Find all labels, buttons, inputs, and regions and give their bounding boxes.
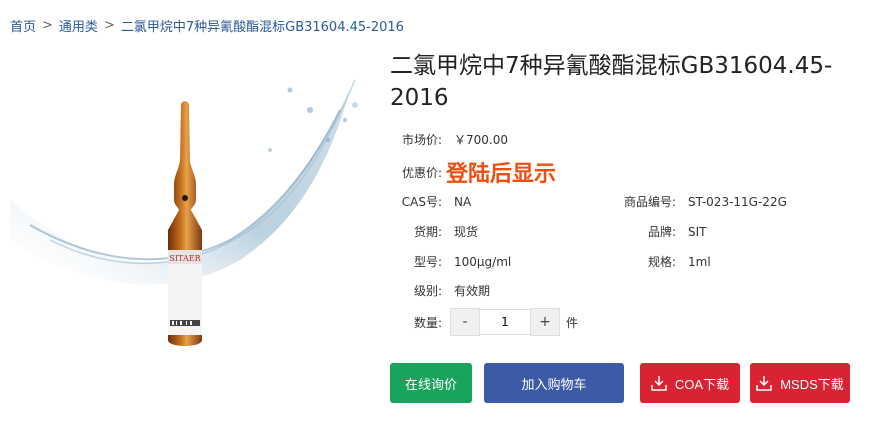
model-value: 100μg/ml [454,254,512,269]
brand-row: 品牌: SIT [610,223,707,240]
breadcrumb-current[interactable]: 二氯甲烷中7种异氰酸酯混标GB31604.45-2016 [121,16,404,35]
model-label: 型号: [413,255,442,269]
quantity-decrease-button[interactable]: - [450,308,480,336]
online-inquiry-button[interactable]: 在线询价 [390,363,472,403]
grade-row: 级别: 有效期 [390,282,490,299]
quantity-input[interactable] [480,309,530,335]
msds-download-button[interactable]: MSDS下载 [750,363,850,403]
market-price-row: 市场价: ￥700.00 [390,131,508,148]
product-image: SITAER [10,50,370,380]
breadcrumb-category[interactable]: 通用类 [59,16,98,35]
brand-label: 品牌: [647,225,676,239]
model-row: 型号: 100μg/ml [390,253,511,270]
market-price-value: ￥700.00 [454,133,508,147]
discount-price-label: 优惠价: [401,165,442,180]
product-code-label: 商品编号: [623,195,676,209]
product-code-value: ST-023-11G-22G [688,194,787,209]
grade-value: 有效期 [454,284,491,298]
download-icon [651,376,667,391]
stock-row: 货期: 现货 [390,223,478,240]
quantity-label: 数量: [413,315,442,330]
msds-download-label: MSDS下载 [780,376,844,392]
breadcrumb: 首页 > 通用类 > 二氯甲烷中7种异氰酸酯混标GB31604.45-2016 [10,16,404,35]
discount-price-value: 登陆后显示 [446,162,557,187]
product-code-row: 商品编号: ST-023-11G-22G [610,193,787,210]
quantity-row: 数量: - + 件 [390,308,578,336]
stock-label: 货期: [413,225,442,239]
brand-value: SIT [688,224,707,239]
product-title: 二氯甲烷中7种异氰酸酯混标GB31604.45-2016 [390,53,833,111]
coa-download-button[interactable]: COA下载 [640,363,740,403]
add-to-cart-button[interactable]: 加入购物车 [484,363,624,403]
stock-value: 现货 [454,225,479,239]
grade-label: 级别: [413,284,442,298]
cas-row: CAS号: NA [390,193,471,210]
label-brand-text: SITAER [169,254,201,263]
cas-value: NA [454,194,472,209]
spec-value: 1ml [688,254,711,269]
add-to-cart-label: 加入购物车 [521,376,587,392]
coa-download-label: COA下载 [674,376,730,392]
breadcrumb-separator: > [103,18,115,33]
product-image-graphic: SITAER [10,79,358,346]
spec-label: 规格: [647,255,676,269]
online-inquiry-label: 在线询价 [404,376,457,392]
discount-price-row: 优惠价: 登陆后显示 [390,156,556,188]
market-price-label: 市场价: [401,133,442,147]
cas-label: CAS号: [401,195,442,209]
download-icon [756,376,772,391]
spec-row: 规格: 1ml [610,253,711,270]
breadcrumb-separator: > [42,18,53,33]
quantity-unit: 件 [566,315,579,330]
breadcrumb-home[interactable]: 首页 [10,16,36,35]
quantity-increase-button[interactable]: + [530,308,560,336]
quantity-stepper: - + 件 [450,308,578,336]
